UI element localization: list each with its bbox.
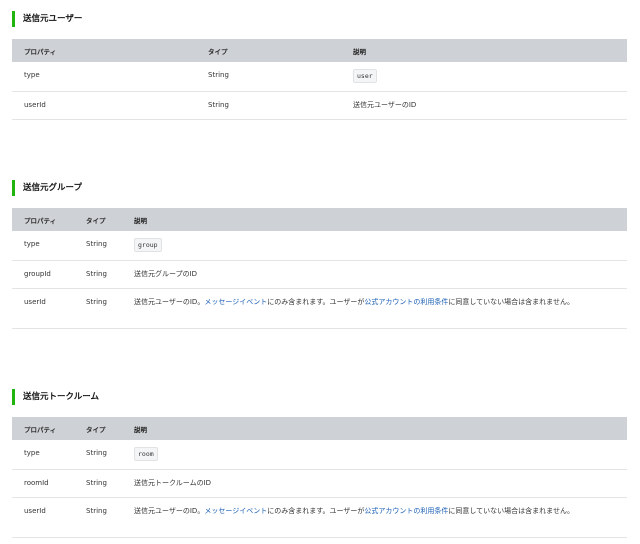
property-name: type xyxy=(12,440,74,470)
property-type: String xyxy=(74,497,122,538)
property-description: user xyxy=(341,62,627,92)
table-row: type String room xyxy=(12,440,627,470)
property-type: String xyxy=(196,62,341,92)
message-event-link[interactable]: メッセージイベント xyxy=(204,507,267,515)
property-type: String xyxy=(74,231,122,261)
description-text: にのみ含まれます。ユーザーが xyxy=(267,506,365,515)
section-source-user: 送信元ユーザー プロパティ タイプ 説明 type String user us… xyxy=(12,11,627,120)
code-value: group xyxy=(134,238,162,252)
column-header-property: プロパティ xyxy=(12,39,196,62)
property-type: String xyxy=(74,440,122,470)
property-description: group xyxy=(122,231,627,261)
property-table: プロパティ タイプ 説明 type String user userId Str… xyxy=(12,39,627,120)
code-value: user xyxy=(353,69,377,83)
table-row: roomId String 送信元トークルームのID xyxy=(12,469,627,498)
column-header-description: 説明 xyxy=(122,208,627,231)
property-description: 送信元グループのID xyxy=(122,260,627,289)
column-header-description: 説明 xyxy=(341,39,627,62)
column-header-type: タイプ xyxy=(74,417,122,440)
column-header-property: プロパティ xyxy=(12,417,74,440)
table-row: userId String 送信元ユーザーのID xyxy=(12,91,627,120)
table-row: userId String 送信元ユーザーのID。メッセージイベントにのみ含まれ… xyxy=(12,288,627,329)
property-table: プロパティ タイプ 説明 type String room roomId Str… xyxy=(12,417,627,538)
description-text: にのみ含まれます。ユーザーが xyxy=(267,297,365,306)
property-table: プロパティ タイプ 説明 type String group groupId S… xyxy=(12,208,627,329)
property-name: groupId xyxy=(12,260,74,289)
table-header-row: プロパティ タイプ 説明 xyxy=(12,208,627,231)
table-header-row: プロパティ タイプ 説明 xyxy=(12,417,627,440)
column-header-property: プロパティ xyxy=(12,208,74,231)
property-description: 送信元ユーザーのID。メッセージイベントにのみ含まれます。ユーザーが公式アカウン… xyxy=(122,288,627,329)
description-text: 送信元ユーザーのID。 xyxy=(134,297,205,306)
property-type: String xyxy=(196,91,341,120)
terms-of-use-link[interactable]: 公式アカウントの利用条件 xyxy=(364,298,448,306)
table-row: type String user xyxy=(12,62,627,92)
section-source-room: 送信元トークルーム プロパティ タイプ 説明 type String room … xyxy=(12,389,627,538)
section-heading: 送信元トークルーム xyxy=(12,389,627,405)
description-text: に同意していない場合は含まれません。 xyxy=(448,506,574,515)
column-header-type: タイプ xyxy=(196,39,341,62)
property-name: userId xyxy=(12,91,196,120)
property-name: userId xyxy=(12,497,74,538)
table-row: groupId String 送信元グループのID xyxy=(12,260,627,289)
section-heading: 送信元グループ xyxy=(12,180,627,196)
property-name: roomId xyxy=(12,469,74,498)
column-header-description: 説明 xyxy=(122,417,627,440)
property-type: String xyxy=(74,288,122,329)
property-name: type xyxy=(12,231,74,261)
property-description: 送信元ユーザーのID。メッセージイベントにのみ含まれます。ユーザーが公式アカウン… xyxy=(122,497,627,538)
property-description: 送信元ユーザーのID xyxy=(341,91,627,120)
table-row: userId String 送信元ユーザーのID。メッセージイベントにのみ含まれ… xyxy=(12,497,627,538)
section-source-group: 送信元グループ プロパティ タイプ 説明 type String group g… xyxy=(12,180,627,329)
message-event-link[interactable]: メッセージイベント xyxy=(204,298,267,306)
property-name: type xyxy=(12,62,196,92)
property-type: String xyxy=(74,469,122,498)
description-text: 送信元ユーザーのID。 xyxy=(134,506,205,515)
property-type: String xyxy=(74,260,122,289)
description-text: に同意していない場合は含まれません。 xyxy=(448,297,574,306)
table-row: type String group xyxy=(12,231,627,261)
terms-of-use-link[interactable]: 公式アカウントの利用条件 xyxy=(364,507,448,515)
property-description: 送信元トークルームのID xyxy=(122,469,627,498)
code-value: room xyxy=(134,447,158,461)
property-description: room xyxy=(122,440,627,470)
property-name: userId xyxy=(12,288,74,329)
section-heading: 送信元ユーザー xyxy=(12,11,627,27)
column-header-type: タイプ xyxy=(74,208,122,231)
table-header-row: プロパティ タイプ 説明 xyxy=(12,39,627,62)
